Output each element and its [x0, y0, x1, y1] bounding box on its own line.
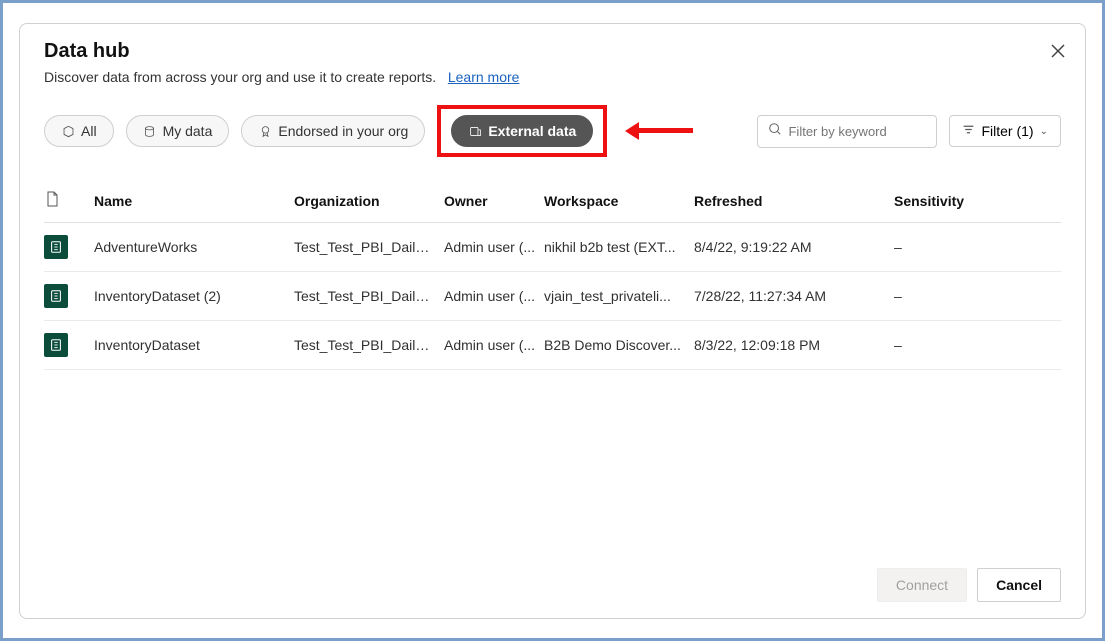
chip-endorsed[interactable]: Endorsed in your org: [241, 115, 425, 147]
cell-org: Test_Test_PBI_Daily_...: [294, 239, 444, 255]
col-workspace[interactable]: Workspace: [544, 193, 694, 209]
cell-sensitivity: –: [894, 288, 1034, 304]
cell-refreshed: 8/3/22, 12:09:18 PM: [694, 337, 894, 353]
table-header: Name Organization Owner Workspace Refres…: [44, 179, 1061, 223]
col-refreshed[interactable]: Refreshed: [694, 193, 894, 209]
table-row[interactable]: InventoryDataset (2)Test_Test_PBI_Daily_…: [44, 272, 1061, 321]
dialog-footer: Connect Cancel: [877, 568, 1061, 602]
col-icon: [44, 191, 94, 210]
search-icon: [768, 122, 782, 141]
dialog-title: Data hub: [44, 40, 1061, 63]
annotation-arrow: [625, 122, 693, 140]
filter-label: Filter (1): [981, 123, 1033, 139]
cell-name: InventoryDataset: [94, 337, 294, 353]
learn-more-link[interactable]: Learn more: [448, 69, 520, 85]
cell-refreshed: 8/4/22, 9:19:22 AM: [694, 239, 894, 255]
data-hub-dialog: Data hub Discover data from across your …: [19, 23, 1086, 619]
cell-sensitivity: –: [894, 239, 1034, 255]
chip-external[interactable]: External data: [451, 115, 593, 147]
filter-icon: [962, 123, 975, 139]
ribbon-icon: [258, 124, 272, 138]
table-row[interactable]: InventoryDatasetTest_Test_PBI_Daily_...A…: [44, 321, 1061, 370]
connect-button: Connect: [877, 568, 967, 602]
col-name[interactable]: Name: [94, 193, 294, 209]
filter-toolbar: All My data Endorsed in your org Externa…: [44, 105, 1061, 157]
cell-refreshed: 7/28/22, 11:27:34 AM: [694, 288, 894, 304]
cell-org: Test_Test_PBI_Daily_...: [294, 288, 444, 304]
search-input[interactable]: [788, 124, 926, 139]
chip-external-label: External data: [488, 123, 576, 139]
filter-button[interactable]: Filter (1) ⌄: [949, 115, 1061, 147]
chip-my-data[interactable]: My data: [126, 115, 230, 147]
search-input-wrap[interactable]: [757, 115, 937, 148]
cell-workspace: B2B Demo Discover...: [544, 337, 694, 353]
cell-sensitivity: –: [894, 337, 1034, 353]
data-table: Name Organization Owner Workspace Refres…: [44, 179, 1061, 370]
cell-name: AdventureWorks: [94, 239, 294, 255]
cell-owner: Admin user (...: [444, 337, 544, 353]
cancel-button[interactable]: Cancel: [977, 568, 1061, 602]
cell-workspace: nikhil b2b test (EXT...: [544, 239, 694, 255]
cube-icon: [61, 124, 75, 138]
chip-all-label: All: [81, 123, 97, 139]
file-icon: [44, 191, 60, 207]
annotation-highlight: External data: [437, 105, 607, 157]
cell-owner: Admin user (...: [444, 239, 544, 255]
col-owner[interactable]: Owner: [444, 193, 544, 209]
cylinder-icon: [143, 124, 157, 138]
dataset-icon: [44, 284, 68, 308]
chip-my-data-label: My data: [163, 123, 213, 139]
col-org[interactable]: Organization: [294, 193, 444, 209]
subtitle-text: Discover data from across your org and u…: [44, 69, 436, 85]
dialog-subtitle: Discover data from across your org and u…: [44, 69, 1061, 85]
chip-all[interactable]: All: [44, 115, 114, 147]
col-sensitivity[interactable]: Sensitivity: [894, 193, 1034, 209]
table-row[interactable]: AdventureWorksTest_Test_PBI_Daily_...Adm…: [44, 223, 1061, 272]
external-icon: [468, 124, 482, 138]
cell-workspace: vjain_test_privateli...: [544, 288, 694, 304]
dataset-icon: [44, 333, 68, 357]
cell-name: InventoryDataset (2): [94, 288, 294, 304]
chevron-down-icon: ⌄: [1040, 126, 1048, 137]
close-icon[interactable]: [1051, 42, 1065, 63]
chip-endorsed-label: Endorsed in your org: [278, 123, 408, 139]
cell-owner: Admin user (...: [444, 288, 544, 304]
cell-org: Test_Test_PBI_Daily_...: [294, 337, 444, 353]
dataset-icon: [44, 235, 68, 259]
